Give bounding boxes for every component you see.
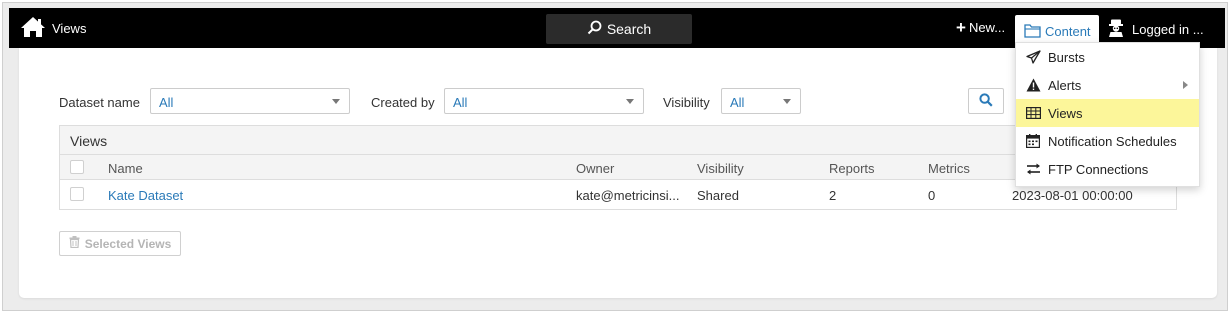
menu-item-alerts[interactable]: Alerts — [1016, 71, 1199, 99]
menu-item-ftp-connections[interactable]: FTP Connections — [1016, 155, 1199, 183]
grid-search-button[interactable] — [968, 88, 1004, 114]
column-header-visibility[interactable]: Visibility — [697, 161, 744, 176]
menu-item-views[interactable]: Views — [1016, 99, 1199, 127]
menu-item-bursts[interactable]: Bursts — [1016, 43, 1199, 71]
user-label: Logged in ... — [1132, 22, 1204, 37]
app-window: Views Search + New... Content Logged in … — [2, 2, 1228, 311]
chevron-down-icon — [626, 99, 634, 104]
view-name-link[interactable]: Kate Dataset — [108, 188, 183, 203]
reports-cell: 2 — [829, 188, 837, 203]
trash-icon — [69, 236, 80, 251]
folder-icon — [1024, 23, 1041, 41]
selected-views-label: Selected Views — [84, 236, 172, 251]
chevron-right-icon — [1183, 81, 1188, 89]
metrics-cell: 0 — [928, 188, 936, 203]
menu-item-label: Notification Schedules — [1048, 133, 1177, 149]
new-button[interactable]: + New... — [956, 18, 1006, 37]
content-dropdown-menu: Bursts Alerts Views Notification Schedul… — [1015, 42, 1200, 187]
menu-item-label: Bursts — [1048, 49, 1085, 65]
global-search-button[interactable]: Search — [546, 14, 692, 44]
transfer-arrows-icon — [1025, 161, 1041, 177]
menu-item-label: FTP Connections — [1048, 161, 1149, 177]
visibility-label: Visibility — [663, 95, 710, 110]
chevron-down-icon — [332, 99, 340, 104]
user-avatar-icon — [1108, 19, 1124, 40]
column-header-reports[interactable]: Reports — [829, 161, 875, 176]
visibility-value: All — [730, 95, 745, 110]
table-header: Name Owner Visibility Reports Metrics — [60, 155, 1176, 180]
created-by-label: Created by — [371, 95, 435, 110]
dataset-name-value: All — [159, 95, 174, 110]
warning-icon — [1025, 77, 1041, 93]
plus-icon: + — [956, 18, 966, 37]
chevron-down-icon — [783, 99, 791, 104]
visibility-select[interactable]: All — [721, 88, 801, 114]
created-by-value: All — [453, 95, 468, 110]
row-checkbox[interactable] — [70, 187, 84, 201]
page-title: Views — [52, 21, 87, 36]
table-row: Kate Dataset kate@metricinsi... Shared 2… — [60, 180, 1176, 209]
menu-item-notification-schedules[interactable]: Notification Schedules — [1016, 127, 1199, 155]
menu-item-label: Views — [1048, 105, 1083, 121]
calendar-icon — [1025, 133, 1041, 149]
column-header-metrics[interactable]: Metrics — [928, 161, 970, 176]
dataset-name-select[interactable]: All — [150, 88, 350, 114]
search-label: Search — [606, 21, 652, 37]
table-title: Views — [60, 126, 1176, 155]
views-icon — [1025, 105, 1041, 121]
content-label: Content — [1045, 24, 1091, 39]
home-icon[interactable] — [20, 16, 46, 38]
select-all-checkbox[interactable] — [70, 160, 84, 174]
visibility-cell: Shared — [697, 188, 739, 203]
dataset-name-label: Dataset name — [59, 95, 140, 110]
search-icon — [979, 92, 993, 110]
paper-plane-icon — [1025, 49, 1041, 65]
column-header-owner[interactable]: Owner — [576, 161, 614, 176]
created-by-select[interactable]: All — [444, 88, 644, 114]
user-menu-button[interactable]: Logged in ... — [1108, 19, 1204, 40]
filter-bar: Dataset name All Created by All Visibili… — [59, 88, 819, 114]
views-table: Views Name Owner Visibility Reports Metr… — [59, 125, 1177, 210]
date-cell: 2023-08-01 00:00:00 — [1012, 188, 1133, 203]
search-icon — [587, 20, 602, 38]
owner-cell: kate@metricinsi... — [576, 188, 680, 203]
menu-item-label: Alerts — [1048, 77, 1082, 93]
new-label: New... — [968, 20, 1006, 35]
column-header-name[interactable]: Name — [108, 161, 143, 176]
selected-views-button[interactable]: Selected Views — [59, 231, 181, 256]
